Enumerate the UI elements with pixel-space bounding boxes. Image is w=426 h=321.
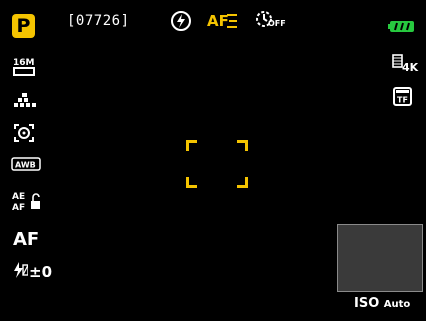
focus-mode-label[interactable]: AF (13, 229, 39, 250)
quality-icon[interactable] (13, 92, 37, 111)
svg-text:AF: AF (12, 203, 25, 212)
image-size-text: 16M (13, 58, 35, 68)
storage-text: TF (397, 96, 408, 105)
focus-frame (186, 140, 248, 188)
ae-af-lock-icon[interactable]: AE AF (12, 190, 46, 216)
iso-indicator[interactable]: ISO Auto (354, 296, 410, 311)
focus-bracket-br (237, 177, 248, 188)
flash-comp-icon[interactable] (12, 261, 29, 283)
video-res-text: 4K (402, 61, 419, 74)
battery-icon (388, 18, 416, 32)
white-balance-icon[interactable]: AWB (11, 156, 41, 175)
storage-card-icon[interactable]: TF (393, 87, 413, 111)
metering-icon[interactable] (13, 123, 35, 147)
focus-bracket-bl (186, 177, 197, 188)
flash-comp-value: ±0 (29, 263, 53, 281)
svg-text:AE: AE (12, 192, 25, 202)
white-balance-text: AWB (15, 161, 36, 170)
focus-bracket-tr (237, 140, 248, 151)
preview-thumbnail[interactable] (337, 224, 423, 292)
iso-label: ISO (354, 296, 380, 311)
image-size-icon[interactable]: 16M (12, 56, 38, 82)
video-resolution-icon[interactable]: 4K (392, 54, 420, 78)
iso-value: Auto (383, 299, 411, 310)
focus-bracket-tl (186, 140, 197, 151)
mode-p-badge[interactable]: P (12, 14, 35, 38)
flash-off-icon[interactable] (170, 10, 192, 36)
shots-remaining: [07726] (67, 13, 130, 29)
af-spark-icon (225, 13, 239, 33)
self-timer-off-label: OFF (268, 19, 286, 28)
